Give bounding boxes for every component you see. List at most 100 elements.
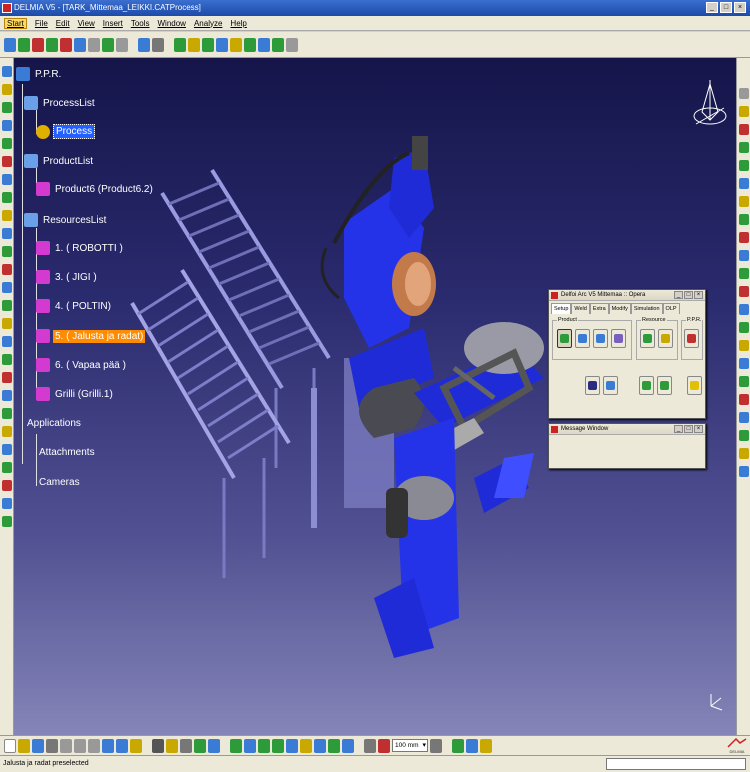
minimize-button[interactable]: _ bbox=[706, 2, 718, 13]
pan-icon[interactable] bbox=[1, 102, 12, 113]
cut-bottom-icon[interactable] bbox=[60, 738, 72, 753]
table-icon[interactable] bbox=[116, 37, 128, 52]
menu-start[interactable]: Start bbox=[4, 17, 27, 29]
simulate-step-icon[interactable] bbox=[466, 738, 478, 753]
program-icon[interactable] bbox=[738, 412, 749, 423]
tree-resource-poltin[interactable]: 4. ( POLTIN) bbox=[36, 299, 113, 313]
positioner-base[interactable] bbox=[374, 418, 534, 658]
props-icon[interactable] bbox=[738, 106, 749, 117]
copy-icon[interactable] bbox=[1, 282, 12, 293]
resource-add-button[interactable] bbox=[640, 329, 655, 348]
paste-icon[interactable] bbox=[88, 738, 100, 753]
export-program-button[interactable] bbox=[585, 376, 600, 395]
measure-bottom-icon[interactable] bbox=[378, 738, 390, 753]
product-check-button[interactable] bbox=[611, 329, 626, 348]
timeline-icon[interactable] bbox=[738, 340, 749, 351]
menu-window[interactable]: Window bbox=[158, 19, 186, 28]
render-icon[interactable] bbox=[1, 444, 12, 455]
zoom-icon[interactable] bbox=[1, 138, 12, 149]
annotate-icon[interactable] bbox=[1, 354, 12, 365]
new-icon[interactable] bbox=[4, 738, 16, 753]
menu-file[interactable]: File bbox=[35, 19, 48, 28]
jog-robot-button[interactable] bbox=[657, 376, 672, 395]
tab-setup[interactable]: Setup bbox=[551, 303, 572, 314]
weld-icon[interactable] bbox=[1, 228, 12, 239]
section-icon[interactable] bbox=[1, 336, 12, 347]
tree-product6[interactable]: Product6 (Product6.2) bbox=[36, 182, 155, 196]
menu-tools[interactable]: Tools bbox=[131, 19, 150, 28]
stop-icon[interactable] bbox=[738, 286, 749, 297]
step-icon[interactable] bbox=[738, 304, 749, 315]
settings-icon[interactable] bbox=[286, 37, 298, 52]
compass-icon[interactable] bbox=[692, 78, 728, 134]
joint-icon[interactable] bbox=[738, 214, 749, 225]
light-bottom-icon[interactable] bbox=[166, 738, 178, 753]
tree-icon[interactable] bbox=[138, 37, 150, 52]
msg-minimize-button[interactable]: _ bbox=[674, 425, 683, 433]
tool-icon[interactable] bbox=[1, 192, 12, 203]
layer-icon[interactable] bbox=[1, 462, 12, 473]
zoom-out-icon[interactable] bbox=[272, 738, 284, 753]
resource-icon[interactable] bbox=[18, 37, 30, 52]
print-icon[interactable] bbox=[46, 738, 58, 753]
tree-resource-jigi[interactable]: 3. ( JIGI ) bbox=[36, 270, 99, 284]
move-icon[interactable] bbox=[216, 37, 228, 52]
home-icon[interactable] bbox=[738, 268, 749, 279]
copy-bottom-icon[interactable] bbox=[74, 738, 86, 753]
normal-view-icon[interactable] bbox=[286, 738, 298, 753]
export-icon[interactable] bbox=[1, 516, 12, 527]
process-icon[interactable] bbox=[32, 37, 44, 52]
list-icon[interactable] bbox=[152, 37, 164, 52]
grid-snap-icon[interactable] bbox=[430, 738, 442, 753]
assign-icon[interactable] bbox=[74, 37, 86, 52]
resource-edit-button[interactable] bbox=[658, 329, 673, 348]
sequence-icon[interactable] bbox=[738, 322, 749, 333]
tree-product-list[interactable]: ProductList bbox=[24, 154, 95, 168]
menu-edit[interactable]: Edit bbox=[56, 19, 70, 28]
open-icon[interactable] bbox=[18, 738, 30, 753]
load-product-button[interactable] bbox=[557, 329, 572, 348]
tab-modify[interactable]: Modify bbox=[608, 303, 631, 314]
clash-check-icon[interactable] bbox=[1, 372, 12, 383]
gantt-icon[interactable] bbox=[738, 358, 749, 369]
workbench-icon[interactable] bbox=[738, 88, 749, 99]
clash-icon[interactable] bbox=[244, 37, 256, 52]
simulate-play-icon[interactable] bbox=[452, 738, 464, 753]
download-icon[interactable] bbox=[738, 430, 749, 441]
maximize-button[interactable]: □ bbox=[720, 2, 732, 13]
tab-weld[interactable]: Weld bbox=[571, 303, 590, 314]
panel-close-button[interactable]: × bbox=[694, 291, 703, 299]
kinematic-icon[interactable] bbox=[738, 196, 749, 207]
product-icon[interactable] bbox=[4, 37, 16, 52]
menu-help[interactable]: Help bbox=[230, 19, 246, 28]
tree-process-list[interactable]: ProcessList bbox=[24, 96, 97, 110]
tree-resource-list[interactable]: ResourcesList bbox=[24, 213, 108, 227]
link-icon[interactable] bbox=[46, 37, 58, 52]
tree-resource-vapaa[interactable]: 6. ( Vapaa pää ) bbox=[36, 358, 128, 372]
frame-icon[interactable] bbox=[738, 250, 749, 261]
jog-icon[interactable] bbox=[202, 37, 214, 52]
tree-resource-jalusta[interactable]: 5. ( Jalusta ja radat) bbox=[36, 329, 146, 343]
redo-icon[interactable] bbox=[116, 738, 128, 753]
iso-view-icon[interactable] bbox=[300, 738, 312, 753]
tree-attachments[interactable]: Attachments bbox=[28, 445, 97, 459]
calibrate-icon[interactable] bbox=[738, 448, 749, 459]
light-icon[interactable] bbox=[1, 426, 12, 437]
close-button[interactable]: × bbox=[734, 2, 746, 13]
tree-resource-grilli[interactable]: Grilli (Grilli.1) bbox=[36, 387, 115, 401]
tab-extra[interactable]: Extra bbox=[589, 303, 609, 314]
rotate-icon[interactable] bbox=[1, 120, 12, 131]
fly-mode-icon[interactable] bbox=[152, 738, 164, 753]
hide-show-icon[interactable] bbox=[328, 738, 340, 753]
distance-icon[interactable] bbox=[1, 390, 12, 401]
import-program-button[interactable] bbox=[603, 376, 618, 395]
device-icon[interactable] bbox=[1, 156, 12, 167]
ppr-link-button[interactable] bbox=[684, 329, 699, 348]
command-input[interactable] bbox=[606, 758, 746, 770]
insert-icon[interactable] bbox=[102, 37, 114, 52]
pan-bottom-icon[interactable] bbox=[230, 738, 242, 753]
camera-icon[interactable] bbox=[1, 408, 12, 419]
simulate-icon[interactable] bbox=[174, 37, 186, 52]
product-move-button[interactable] bbox=[593, 329, 608, 348]
teach-icon[interactable] bbox=[188, 37, 200, 52]
